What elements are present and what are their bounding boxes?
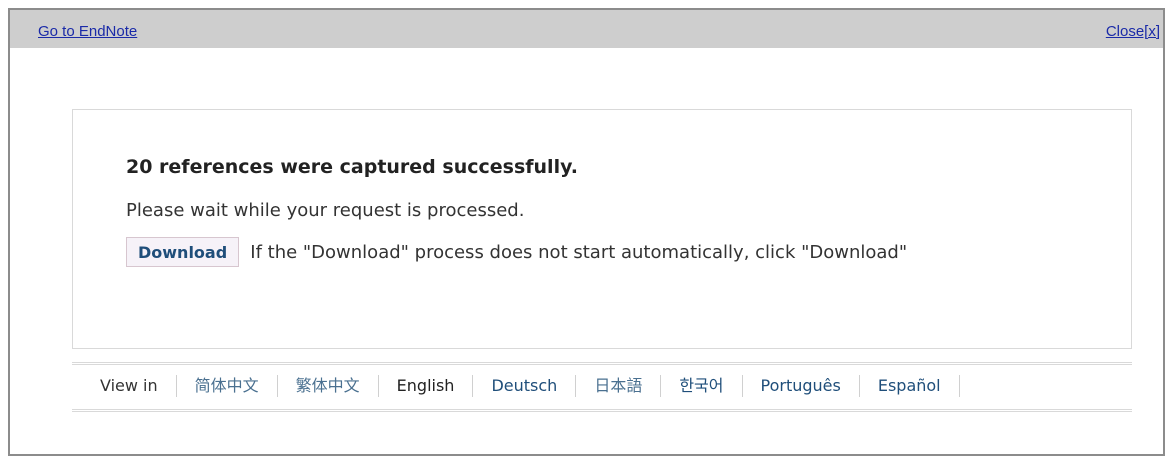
language-link-korean[interactable]: 한국어 <box>661 375 743 397</box>
message-panel: 20 references were captured successfully… <box>72 109 1132 349</box>
download-hint: If the "Download" process does not start… <box>250 241 908 263</box>
language-link-german[interactable]: Deutsch <box>473 375 577 397</box>
go-to-endnote-link[interactable]: Go to EndNote <box>38 23 137 40</box>
language-link-portuguese[interactable]: Português <box>743 375 860 397</box>
wait-message: Please wait while your request is proces… <box>126 200 525 221</box>
language-link-spanish[interactable]: Español <box>860 375 960 397</box>
language-link-simplified-chinese[interactable]: 简体中文 <box>177 375 278 397</box>
top-bar: Go to EndNote Close[x] <box>10 10 1163 48</box>
endnote-capture-dialog: Go to EndNote Close[x] 20 references wer… <box>8 8 1165 456</box>
download-button[interactable]: Download <box>126 237 240 267</box>
language-link-traditional-chinese[interactable]: 繁体中文 <box>278 375 379 397</box>
download-row: Download If the "Download" process does … <box>126 237 907 267</box>
language-bar: View in 简体中文 繁体中文 English Deutsch 日本語 한국… <box>72 362 1132 412</box>
capture-success-heading: 20 references were captured successfully… <box>126 156 578 178</box>
close-link[interactable]: Close[x] <box>1106 23 1160 40</box>
view-in-label: View in <box>100 375 177 397</box>
language-link-japanese[interactable]: 日本語 <box>576 375 662 397</box>
language-list: View in 简体中文 繁体中文 English Deutsch 日本語 한국… <box>100 375 960 397</box>
language-current-english: English <box>379 375 474 397</box>
